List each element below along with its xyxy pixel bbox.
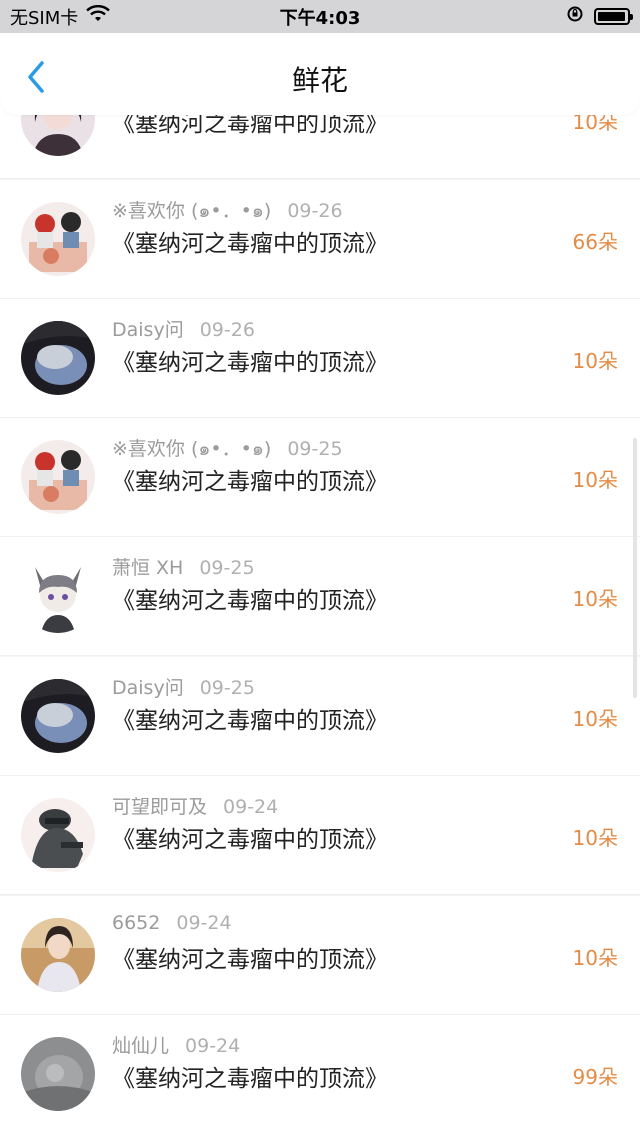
book-title: 《塞纳河之毒瘤中的顶流》 [112,350,388,376]
sender-meta: 6652 09-24 [112,912,232,934]
avatar [21,679,95,753]
gift-date: 09-24 [176,912,232,934]
sender-name: ※喜欢你 (๑•．•๑) [112,438,272,460]
avatar [21,1037,95,1111]
sender-meta: ※喜欢你 (๑•．•๑) 09-25 [112,434,343,464]
sender-meta: Daisy问 09-25 [112,673,255,700]
gift-date: 09-24 [185,1035,241,1057]
carrier-label: 无SIM卡 [10,7,79,29]
gift-date: 09-26 [199,319,255,341]
list-item[interactable]: 萧恒 XH 09-25 《塞纳河之毒瘤中的顶流》 10朵 [0,537,640,656]
nav-bar: 鲜花 [0,33,640,115]
sender-meta: 灿仙儿 09-24 [112,1031,240,1058]
scroll-indicator[interactable] [633,438,637,698]
battery-icon [594,8,633,25]
flower-count: 10朵 [572,707,618,731]
page-title: 鲜花 [291,64,348,97]
avatar [21,440,95,514]
flower-count: 10朵 [572,946,618,970]
list-item[interactable]: 6652 09-24 《塞纳河之毒瘤中的顶流》 10朵 [0,896,640,1015]
list-item[interactable]: 灿仙儿 09-24 《塞纳河之毒瘤中的顶流》 99朵 [0,1015,640,1138]
flower-count: 10朵 [572,826,618,850]
flower-gift-list[interactable]: 《塞纳河之毒瘤中的顶流》 10朵 ※喜欢你 (๑•．•๑) 09-26 《塞纳河之… [0,0,640,1138]
sender-name: Daisy问 [112,319,184,341]
sender-meta: 可望即可及 09-24 [112,792,278,819]
book-title: 《塞纳河之毒瘤中的顶流》 [112,469,388,495]
list-item[interactable]: 可望即可及 09-24 《塞纳河之毒瘤中的顶流》 10朵 [0,776,640,895]
flower-count: 10朵 [572,349,618,373]
avatar [21,559,95,633]
wifi-icon [86,4,111,28]
list-item[interactable]: Daisy问 09-26 《塞纳河之毒瘤中的顶流》 10朵 [0,299,640,418]
flower-count: 99朵 [572,1065,618,1089]
gift-date: 09-26 [287,200,343,222]
sender-name: 灿仙儿 [112,1035,170,1057]
screen: 无SIM卡 下午4:03 鲜花 《塞纳河之毒瘤中的顶流》 10朵 ※喜欢你 (๑… [0,0,640,1138]
list-item[interactable]: Daisy问 09-25 《塞纳河之毒瘤中的顶流》 10朵 [0,657,640,776]
sender-name: 6652 [112,912,161,934]
sender-name: ※喜欢你 (๑•．•๑) [112,200,272,222]
avatar [21,798,95,872]
avatar [21,202,95,276]
sender-meta: 萧恒 XH 09-25 [112,553,255,580]
gift-date: 09-25 [199,677,255,699]
sender-meta: ※喜欢你 (๑•．•๑) 09-26 [112,196,343,226]
flower-count: 10朵 [572,587,618,611]
list-item[interactable]: ※喜欢你 (๑•．•๑) 09-26 《塞纳河之毒瘤中的顶流》 66朵 [0,180,640,299]
book-title: 《塞纳河之毒瘤中的顶流》 [112,231,388,257]
book-title: 《塞纳河之毒瘤中的顶流》 [112,827,388,853]
book-title: 《塞纳河之毒瘤中的顶流》 [112,588,388,614]
gift-date: 09-24 [223,796,279,818]
orientation-lock-icon [566,5,584,28]
list-item[interactable]: ※喜欢你 (๑•．•๑) 09-25 《塞纳河之毒瘤中的顶流》 10朵 [0,418,640,537]
gift-date: 09-25 [199,557,255,579]
sender-meta: Daisy问 09-26 [112,315,255,342]
book-title: 《塞纳河之毒瘤中的顶流》 [112,708,388,734]
status-bar: 无SIM卡 下午4:03 [0,0,640,33]
avatar [21,918,95,992]
avatar [21,321,95,395]
sender-name: Daisy问 [112,677,184,699]
book-title: 《塞纳河之毒瘤中的顶流》 [112,1066,388,1092]
sender-name: 萧恒 XH [112,557,184,579]
flower-count: 66朵 [572,230,618,254]
flower-count: 10朵 [572,468,618,492]
sender-name: 可望即可及 [112,796,208,818]
book-title: 《塞纳河之毒瘤中的顶流》 [112,947,388,973]
gift-date: 09-25 [287,438,343,460]
